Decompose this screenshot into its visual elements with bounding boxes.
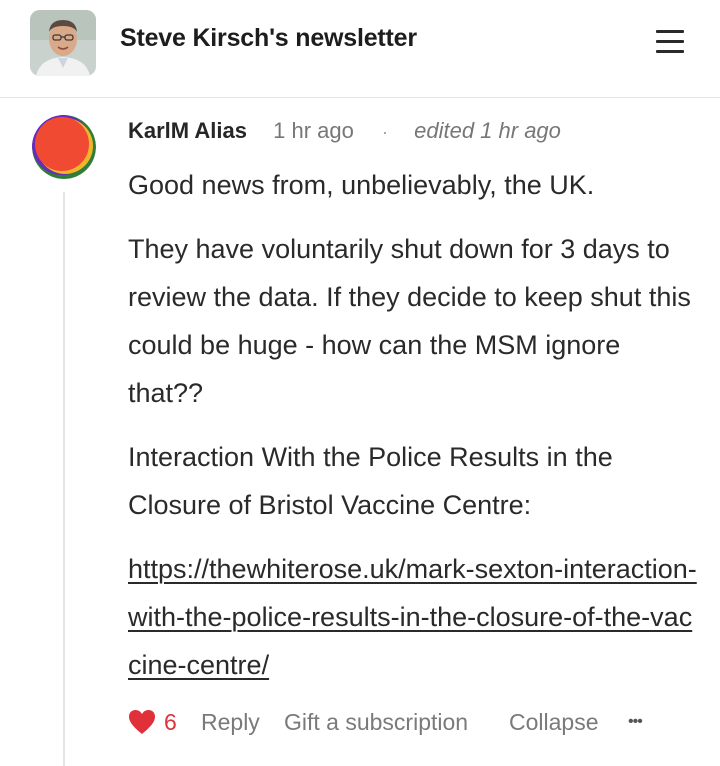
meta-separator: · xyxy=(382,122,388,142)
comment-paragraph: Interaction With the Police Results in t… xyxy=(128,442,613,520)
commenter-avatar-icon xyxy=(32,115,96,179)
publication-avatar[interactable] xyxy=(30,10,96,76)
author-portrait-icon xyxy=(30,10,96,76)
like-count: 6 xyxy=(164,709,177,735)
heart-icon[interactable] xyxy=(128,709,156,735)
comment-paragraph: Good news from, unbelievably, the UK. xyxy=(128,170,595,200)
hamburger-menu-icon[interactable] xyxy=(652,26,688,58)
edited-label: edited 1 hr ago xyxy=(414,118,561,143)
commenter-avatar[interactable] xyxy=(32,115,96,179)
more-options-icon[interactable]: ••• xyxy=(628,705,643,739)
header: Steve Kirsch's newsletter xyxy=(0,0,720,98)
reply-button[interactable]: Reply xyxy=(201,705,260,739)
publication-title[interactable]: Steve Kirsch's newsletter xyxy=(120,24,417,53)
comment-link-paragraph: https://thewhiterose.uk/mark-sexton-inte… xyxy=(128,545,698,689)
comment-link[interactable]: https://thewhiterose.uk/mark-sexton-inte… xyxy=(128,554,697,680)
comment-timestamp[interactable]: 1 hr ago xyxy=(273,118,354,143)
comment-author[interactable]: KarlM Alias xyxy=(128,118,247,143)
comment-meta: KarlM Alias 1 hr ago · edited 1 hr ago xyxy=(128,118,561,150)
gift-subscription-button[interactable]: Gift a subscription xyxy=(284,705,468,739)
collapse-button[interactable]: Collapse xyxy=(509,705,599,739)
thread-line xyxy=(63,192,65,766)
comment-paragraph: They have voluntarily shut down for 3 da… xyxy=(128,234,691,408)
